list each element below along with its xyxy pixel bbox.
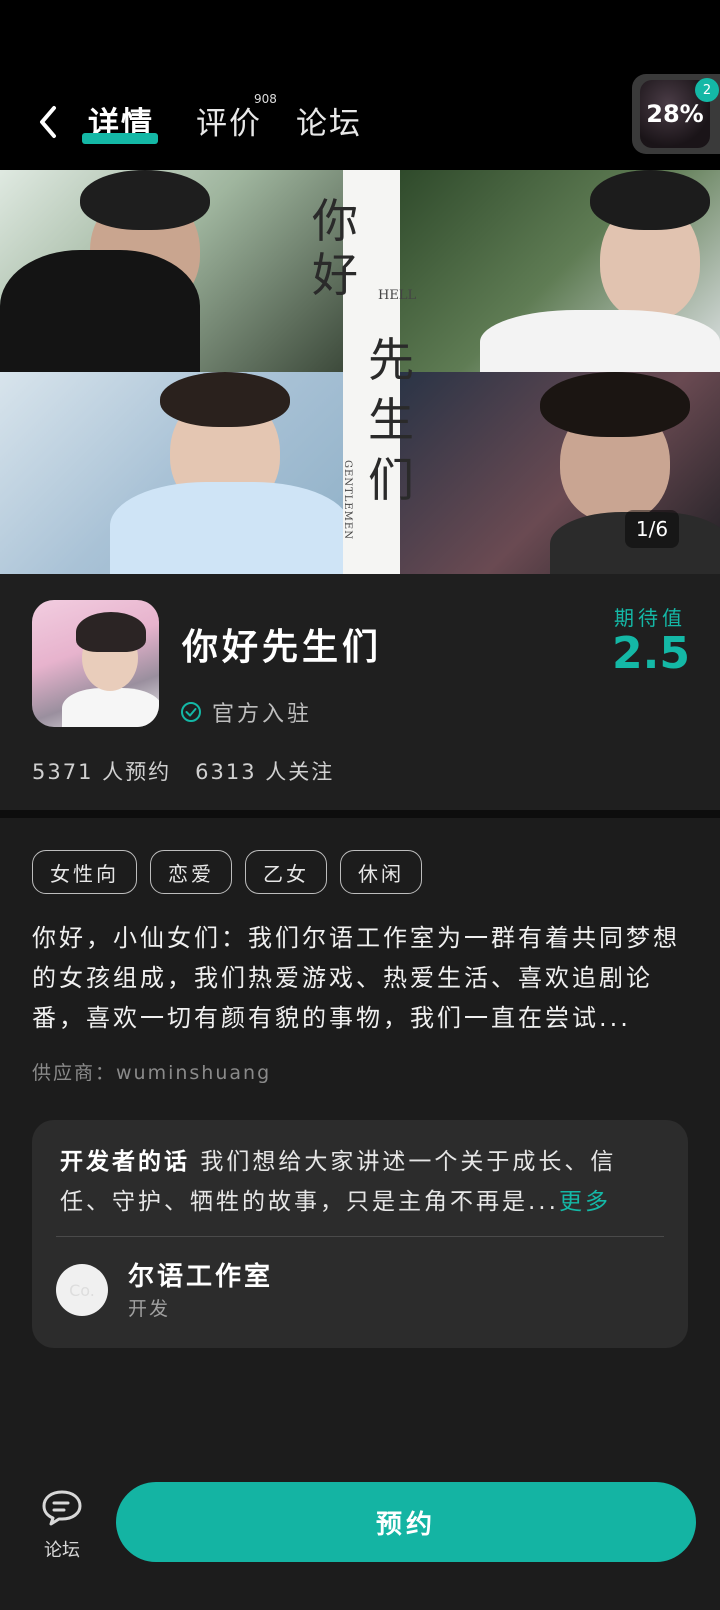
follow-count: 6313 人关注	[195, 760, 335, 784]
tab-review[interactable]: 评价 908	[196, 92, 277, 143]
reservation-count: 5371 人预约	[32, 760, 172, 784]
tag-item[interactable]: 女性向	[32, 850, 137, 894]
banner-hello-text: HELL	[378, 288, 417, 303]
expectation-value: 2.5	[612, 628, 690, 679]
active-tab-indicator	[82, 133, 158, 144]
developer-card-divider	[56, 1236, 664, 1237]
studio-role: 开发	[128, 1298, 171, 1320]
supplier-info: 供应商：wuminshuang	[32, 1062, 272, 1084]
download-percent: 28%	[646, 100, 704, 128]
studio-name[interactable]: 尔语工作室	[128, 1256, 273, 1293]
official-badge: 官方入驻	[180, 696, 312, 728]
banner-carousel[interactable]: 你好 HELL 先生们 GENTLEMEN	[0, 170, 720, 574]
verified-check-icon	[181, 702, 201, 722]
section-divider	[0, 810, 720, 818]
developer-card: 开发者的话 我们想给大家讲述一个关于成长、信任、守护、牺牲的故事，只是主角不再是…	[32, 1120, 688, 1348]
top-bar	[0, 0, 720, 170]
review-count: 908	[254, 92, 277, 106]
app-title: 你好先生们	[182, 627, 383, 668]
forum-chat-icon	[42, 1490, 82, 1526]
banner-gentlemen-text: GENTLEMEN	[342, 460, 353, 540]
developer-note: 开发者的话 我们想给大家讲述一个关于成长、信任、守护、牺牲的故事，只是主角不再是…	[60, 1142, 660, 1222]
game-description[interactable]: 你好，小仙女们：我们尔语工作室为一群有着共同梦想的女孩组成，我们热爱游戏、热爱生…	[32, 918, 692, 1038]
back-button[interactable]	[34, 100, 68, 144]
studio-avatar[interactable]: Co.	[56, 1264, 108, 1316]
official-label: 官方入驻	[212, 702, 313, 727]
tag-item[interactable]: 乙女	[245, 850, 327, 894]
tab-forum[interactable]: 论坛	[296, 98, 362, 143]
back-arrow-icon	[40, 106, 56, 138]
app-icon	[32, 600, 159, 727]
tag-item[interactable]: 休闲	[340, 850, 422, 894]
app-stats: 5371 人预约 6313 人关注	[32, 756, 334, 786]
more-link[interactable]: 更多	[559, 1189, 611, 1215]
forum-label: 论坛	[44, 1540, 80, 1561]
banner-photo-1	[0, 170, 343, 372]
banner-photo-2	[400, 170, 720, 372]
tab-review-label: 评价	[196, 106, 262, 142]
bottom-forum-button[interactable]: 论坛	[36, 1488, 88, 1562]
developer-note-heading: 开发者的话	[60, 1149, 190, 1175]
banner-photo-3	[0, 372, 343, 574]
carousel-page-indicator: 1/6	[625, 510, 679, 548]
download-count-badge: 2	[695, 78, 719, 102]
banner-title-top: 你好	[312, 194, 358, 302]
tag-list: 女性向 恋爱 乙女 休闲	[32, 850, 422, 894]
reserve-button[interactable]: 预约	[116, 1482, 696, 1562]
tag-item[interactable]: 恋爱	[150, 850, 232, 894]
banner-title-bottom: 先生们	[368, 333, 414, 507]
expectation-label: 期待值	[614, 606, 686, 630]
